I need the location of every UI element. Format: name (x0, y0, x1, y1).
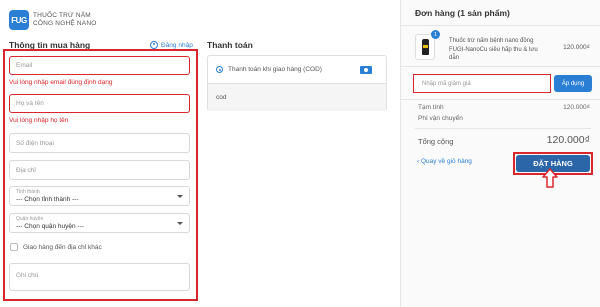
divider (401, 99, 600, 100)
payment-methods: Thanh toán khi giao hàng (COD) cod (207, 55, 387, 111)
logo-line-2: CÔNG NGHỆ NANO (33, 20, 97, 27)
apply-discount-button[interactable]: Áp dụng (554, 75, 592, 92)
district-label: Quận huyện (16, 216, 44, 222)
payment-option-cod[interactable]: Thanh toán khi giao hàng (COD) (208, 56, 386, 84)
subtotal-label: Tạm tính (418, 104, 444, 111)
province-value: --- Chọn tỉnh thành --- (16, 196, 79, 203)
divider (401, 25, 600, 26)
product-bottle-image (422, 39, 429, 55)
chevron-down-icon (177, 222, 183, 225)
name-error: Vui lòng nhập họ tên (9, 117, 69, 124)
logo-line-1: THUỐC TRỪ NẤM (33, 12, 91, 19)
discount-code-input[interactable]: Nhập mã giảm giá (413, 74, 551, 93)
ship-other-checkbox[interactable] (10, 243, 18, 251)
payment-note: cod (216, 94, 386, 101)
district-value: --- Chọn quận huyện --- (16, 223, 84, 230)
checkout-main: FUG THUỐC TRỪ NẤM CÔNG NGHỆ NANO Thông t… (0, 0, 400, 307)
payment-title: Thanh toán (207, 40, 253, 50)
user-icon (150, 41, 158, 49)
note-field[interactable]: Ghi chú (9, 263, 190, 291)
logo-text: THUỐC TRỪ NẤM CÔNG NGHỆ NANO (33, 12, 96, 28)
cash-icon (360, 66, 372, 74)
district-select[interactable]: Quận huyện --- Chọn quận huyện --- (9, 213, 190, 233)
logo-mark: FUG (9, 10, 29, 30)
order-summary: Đơn hàng (1 sản phẩm) 1 Thuốc trừ nấm bệ… (400, 0, 600, 307)
product-price: 120.000₫ (563, 44, 590, 51)
address-field[interactable]: Địa chỉ (9, 160, 190, 180)
ship-other-address[interactable]: Giao hàng đến địa chỉ khác (10, 243, 102, 251)
arrow-up-icon (542, 168, 558, 188)
brand-logo[interactable]: FUG THUỐC TRỪ NẤM CÔNG NGHỆ NANO (9, 10, 96, 30)
order-title: Đơn hàng (1 sản phẩm) (415, 8, 510, 18)
divider (415, 128, 591, 129)
shipping-label: Phí vận chuyển (418, 115, 463, 122)
name-field[interactable]: Họ và tên (9, 94, 190, 113)
total-value: 120.000₫ (546, 134, 590, 146)
email-error: Vui lòng nhập email đúng định dạng (9, 79, 113, 86)
login-label: Đăng nhập (161, 41, 193, 49)
chevron-down-icon (177, 195, 183, 198)
payment-method-label: Thanh toán khi giao hàng (COD) (228, 66, 322, 73)
email-field[interactable]: Email (9, 56, 190, 75)
radio-selected[interactable] (216, 66, 223, 73)
subtotal-value: 120.000₫ (563, 104, 590, 111)
product-name: Thuốc trừ nấm bệnh nano đồng FUGI-NanoCu… (449, 38, 538, 61)
province-select[interactable]: Tỉnh thành --- Chọn tỉnh thành --- (9, 186, 190, 206)
divider (401, 66, 600, 67)
quantity-badge: 1 (431, 30, 440, 39)
login-link[interactable]: Đăng nhập (150, 41, 193, 49)
phone-field[interactable]: Số điện thoại (9, 133, 190, 153)
ship-other-label: Giao hàng đến địa chỉ khác (23, 243, 102, 251)
province-label: Tỉnh thành (16, 189, 40, 195)
back-to-cart-link[interactable]: ‹ Quay về giỏ hàng (417, 158, 472, 165)
total-label: Tổng cộng (418, 137, 454, 146)
